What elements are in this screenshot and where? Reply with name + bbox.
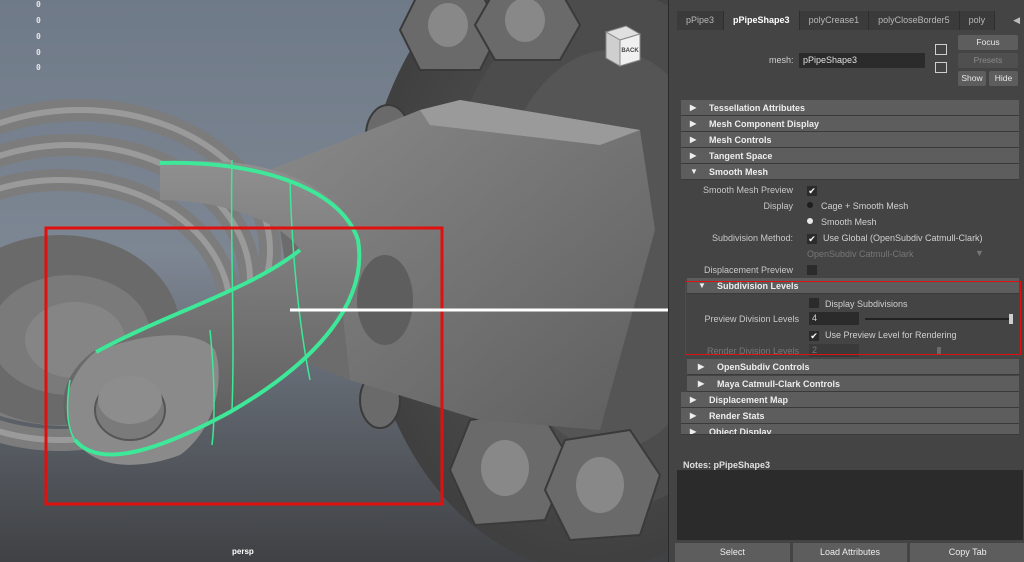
- tab-ppipe3[interactable]: pPipe3: [677, 11, 725, 30]
- collapsed-arrow-icon: ▶: [690, 411, 697, 420]
- section-smooth-mesh[interactable]: ▼ Smooth Mesh: [681, 164, 1019, 180]
- smooth-mesh-preview-label: Smooth Mesh Preview: [702, 185, 793, 195]
- radio-cage-smooth-label: Cage + Smooth Mesh: [821, 201, 909, 211]
- presets-button[interactable]: Presets: [958, 53, 1018, 68]
- display-row: Display Cage + Smooth Mesh: [681, 198, 1019, 214]
- collapsed-arrow-icon: ▶: [690, 427, 697, 435]
- collapsed-arrow-icon: ▶: [690, 135, 697, 144]
- use-global-checkbox[interactable]: ✔: [807, 234, 817, 244]
- section-catmull-clark-controls[interactable]: ▶ Maya Catmull-Clark Controls: [687, 376, 1019, 392]
- tab-polycloseborder5[interactable]: polyCloseBorder5: [869, 11, 960, 30]
- collapsed-arrow-icon: ▶: [690, 119, 697, 128]
- show-button[interactable]: Show: [958, 71, 986, 86]
- hud-value: 0: [36, 32, 41, 41]
- notes-textarea[interactable]: [677, 470, 1023, 540]
- use-global-label: Use Global (OpenSubdiv Catmull-Clark): [823, 233, 983, 243]
- smooth-mesh-preview-checkbox[interactable]: ✔: [807, 186, 817, 196]
- collapsed-arrow-icon: ▶: [690, 103, 697, 112]
- section-opensubdiv-controls[interactable]: ▶ OpenSubdiv Controls: [687, 359, 1019, 375]
- section-object-display[interactable]: ▶ Object Display: [681, 424, 1019, 435]
- radio-smooth-mesh-label: Smooth Mesh: [821, 217, 877, 227]
- tab-scroll-right-icon[interactable]: ◀: [1013, 15, 1020, 26]
- select-button[interactable]: Select: [675, 543, 790, 562]
- viewcube-label: BACK: [621, 48, 639, 54]
- subdivision-method-dropdown[interactable]: OpenSubdiv Catmull-Clark ▼: [807, 248, 987, 259]
- collapsed-arrow-icon: ▶: [690, 395, 697, 404]
- attribute-editor: pPipe3 pPipeShape3 polyCrease1 polyClose…: [668, 0, 1024, 562]
- attribute-sections: ▶ Tessellation Attributes ▶ Mesh Component…: [681, 100, 1019, 435]
- display-label: Display: [763, 201, 793, 211]
- smooth-mesh-preview-row: Smooth Mesh Preview ✔: [681, 182, 1019, 198]
- input-connection-icon[interactable]: [935, 44, 947, 55]
- bottom-button-bar: Select Load Attributes Copy Tab: [675, 543, 1024, 562]
- section-displacement-map[interactable]: ▶ Displacement Map: [681, 392, 1019, 408]
- radio-smooth-mesh[interactable]: [807, 218, 813, 224]
- subdivision-method-row: Subdivision Method: ✔ Use Global (OpenSub…: [681, 230, 1019, 246]
- chevron-down-icon: ▼: [975, 248, 984, 258]
- tab-polycrease1[interactable]: polyCrease1: [799, 11, 870, 30]
- hud-value: 0: [36, 0, 41, 9]
- hud-value: 0: [36, 16, 41, 25]
- section-render-stats[interactable]: ▶ Render Stats: [681, 408, 1019, 424]
- copy-tab-button[interactable]: Copy Tab: [910, 543, 1024, 562]
- tab-poly[interactable]: poly: [959, 11, 996, 30]
- expanded-arrow-icon: ▼: [690, 167, 698, 176]
- output-connection-icon[interactable]: [935, 62, 947, 73]
- hide-button[interactable]: Hide: [989, 71, 1018, 86]
- hud-value: 0: [36, 63, 41, 72]
- mesh-name-field[interactable]: pPipeShape3: [799, 53, 925, 68]
- section-tessellation[interactable]: ▶ Tessellation Attributes: [681, 100, 1019, 116]
- section-tangent-space[interactable]: ▶ Tangent Space: [681, 148, 1019, 164]
- section-mesh-component-display[interactable]: ▶ Mesh Component Display: [681, 116, 1019, 132]
- displacement-preview-row: Displacement Preview: [681, 262, 1019, 278]
- viewport-persp[interactable]: 0 0 0 0 0 BACK persp: [0, 0, 668, 562]
- load-attributes-button[interactable]: Load Attributes: [792, 543, 908, 562]
- display-row-2: Smooth Mesh: [681, 214, 1019, 230]
- focus-button[interactable]: Focus: [958, 35, 1018, 50]
- hud-value: 0: [36, 48, 41, 57]
- displacement-preview-checkbox[interactable]: [807, 265, 817, 275]
- subdivision-dropdown-row: OpenSubdiv Catmull-Clark ▼: [681, 246, 1019, 262]
- subdivision-method-label: Subdivision Method:: [711, 233, 793, 243]
- node-tabs: pPipe3 pPipeShape3 polyCrease1 polyClose…: [669, 11, 1024, 30]
- collapsed-arrow-icon: ▶: [698, 379, 705, 388]
- camera-name-label: persp: [232, 547, 254, 556]
- displacement-preview-label: Displacement Preview: [703, 265, 793, 275]
- highlight-box-subdivision-levels: [685, 281, 1021, 355]
- collapsed-arrow-icon: ▶: [690, 151, 697, 160]
- collapsed-arrow-icon: ▶: [698, 362, 705, 371]
- scene-render[interactable]: [0, 0, 668, 562]
- tab-ppipeshape3[interactable]: pPipeShape3: [724, 11, 800, 30]
- notes-label: Notes: pPipeShape3: [683, 460, 771, 470]
- section-mesh-controls[interactable]: ▶ Mesh Controls: [681, 132, 1019, 148]
- mesh-label: mesh:: [769, 55, 794, 65]
- radio-cage-smooth[interactable]: [807, 202, 813, 208]
- viewcube-icon[interactable]: BACK: [600, 22, 644, 68]
